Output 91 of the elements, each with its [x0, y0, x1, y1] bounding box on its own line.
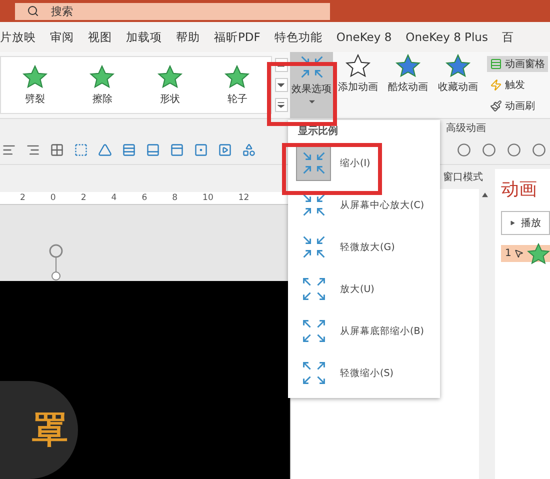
brush-icon: [490, 100, 502, 112]
more-icon: [277, 101, 285, 109]
side-button[interactable]: 动画窗格: [487, 56, 548, 72]
highlight-frame: [267, 62, 337, 126]
arrows-outward-icon: [300, 276, 326, 302]
star-icon: [395, 54, 421, 78]
circle-icon[interactable]: [482, 143, 496, 157]
star-icon: [445, 54, 471, 78]
pane-icon: [490, 58, 502, 70]
menu-item-label: 放大(U): [340, 282, 374, 296]
star-icon: [89, 64, 116, 88]
align-left-icon[interactable]: [2, 143, 16, 157]
search-placeholder: 搜索: [51, 4, 73, 18]
animation-item[interactable]: 1: [501, 245, 550, 262]
pane-title: 动画: [501, 178, 538, 201]
menu-item-label: 缩小(I): [340, 156, 370, 170]
ruler-number: 2: [80, 193, 86, 203]
ribbon-tab[interactable]: 加载项: [126, 30, 162, 44]
play-button[interactable]: 播放: [501, 211, 550, 235]
animation-label[interactable]: 劈裂: [24, 92, 45, 106]
text-box-icon[interactable]: [194, 143, 208, 157]
menu-item[interactable]: 轻微缩小(S): [288, 352, 440, 394]
menu-item-label: 从屏幕底部缩小(B): [340, 324, 424, 338]
arrows-outward-icon: [300, 318, 326, 344]
arrows-inward-icon: [300, 192, 326, 218]
rotate-handle[interactable]: [48, 243, 64, 281]
menu-header: 显示比例: [297, 125, 339, 139]
ruler-number: 4: [111, 193, 117, 203]
triangle-icon[interactable]: [98, 143, 112, 157]
ruler-number: 10: [202, 193, 214, 203]
menu-item[interactable]: 从屏幕底部缩小(B): [288, 310, 440, 352]
ruler-number: 2: [20, 193, 26, 203]
search-icon: [27, 5, 39, 17]
menu-item[interactable]: 轻微放大(G): [288, 226, 440, 268]
animation-label[interactable]: 轮子: [227, 92, 248, 106]
ruler-number: 12: [238, 193, 250, 203]
star-icon: [156, 64, 183, 88]
arrows-outward-icon: [300, 360, 326, 386]
mouse-icon: [514, 248, 524, 259]
ruler-number: 8: [172, 193, 178, 203]
effect-options-button[interactable]: 效果选项: [290, 52, 333, 118]
panel-icon[interactable]: [146, 143, 160, 157]
ribbon-tab[interactable]: 视图: [88, 30, 112, 44]
play-box-icon[interactable]: [218, 143, 232, 157]
star-icon: [22, 64, 48, 88]
menu-item-label: 从屏幕中心放大(C): [340, 198, 424, 212]
menu-item[interactable]: 从屏幕中心放大(C): [288, 184, 440, 226]
slide-disc-text: 罩: [0, 381, 78, 479]
star-icon: [224, 64, 250, 88]
selection-icon[interactable]: [74, 143, 88, 157]
animation-button[interactable]: 添加动画: [333, 52, 383, 118]
lightning-icon: [490, 78, 502, 91]
animation-label[interactable]: 形状: [160, 92, 180, 106]
group-label: 高级动画: [446, 122, 486, 134]
arrows-inward-icon: [298, 54, 324, 80]
search-field[interactable]: 搜索: [15, 2, 330, 20]
circle-icon[interactable]: [532, 143, 546, 157]
ribbon-tab[interactable]: OneKey 8: [336, 30, 392, 44]
menu-item[interactable]: 缩小(I): [288, 142, 440, 184]
expand-button[interactable]: [274, 98, 288, 112]
arrows-inward-icon: [300, 234, 326, 260]
rows-icon[interactable]: [122, 143, 136, 157]
ruler-number: 6: [142, 193, 148, 203]
align-right-icon[interactable]: [26, 143, 40, 157]
ribbon-tab[interactable]: 审阅: [50, 30, 74, 44]
caret-down-icon: [277, 81, 285, 89]
circle-icon[interactable]: [457, 143, 471, 157]
pane-tab[interactable]: 窗口模式: [443, 170, 483, 184]
table-icon[interactable]: [50, 143, 64, 157]
menu-item-label: 轻微缩小(S): [340, 366, 394, 380]
ribbon-tab[interactable]: 福昕PDF: [214, 30, 260, 44]
side-button[interactable]: 动画刷: [487, 98, 548, 114]
side-button[interactable]: 触发: [487, 76, 548, 93]
ribbon-tab[interactable]: 片放映: [0, 30, 36, 44]
ruler-number: 0: [50, 193, 56, 203]
animation-button[interactable]: 酷炫动画: [383, 52, 433, 118]
ribbon-tab[interactable]: 帮助: [176, 30, 200, 44]
panel-icon[interactable]: [170, 143, 184, 157]
circle-icon[interactable]: [507, 143, 521, 157]
animation-label[interactable]: 擦除: [92, 92, 112, 106]
star-icon: [527, 242, 550, 266]
animation-button[interactable]: 收藏动画: [433, 52, 483, 118]
scroll-down-button[interactable]: [274, 78, 288, 92]
ribbon-tab[interactable]: 特色功能: [274, 30, 322, 44]
caret-down-icon: [308, 98, 316, 106]
play-icon: [510, 219, 515, 227]
menu-item[interactable]: 放大(U): [288, 268, 440, 310]
ribbon-tab[interactable]: 百: [502, 30, 514, 44]
menu-item-label: 轻微放大(G): [340, 240, 395, 254]
shapes-icon[interactable]: [242, 143, 256, 157]
ribbon-tab[interactable]: OneKey 8 Plus: [406, 30, 488, 44]
